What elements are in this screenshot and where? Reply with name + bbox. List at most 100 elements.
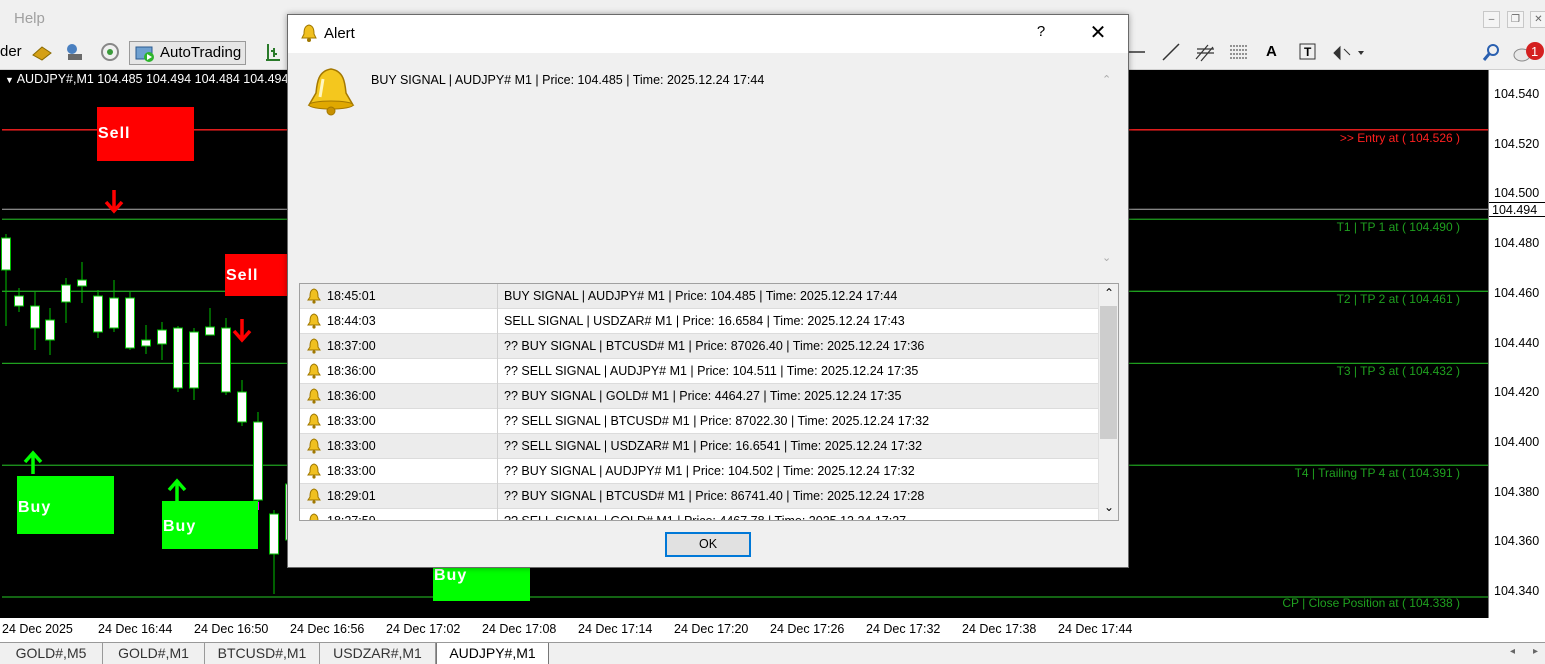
alert-row-message: ?? BUY SIGNAL | BTCUSD# M1 | Price: 8674… bbox=[504, 489, 925, 503]
bar-chart-icon[interactable] bbox=[262, 41, 284, 65]
arrows-dropdown-icon[interactable] bbox=[1330, 41, 1366, 65]
dialog-titlebar[interactable]: Alert ? ✕ bbox=[288, 15, 1128, 53]
notifications-icon[interactable]: 1 bbox=[1513, 41, 1545, 65]
price-tick-label: 104.480 bbox=[1494, 236, 1540, 251]
level-label: >> Entry at ( 104.526 ) bbox=[1339, 130, 1460, 145]
channels-icon[interactable] bbox=[1194, 41, 1218, 65]
alert-large-bell-icon bbox=[304, 65, 358, 120]
svg-text:T: T bbox=[1304, 45, 1312, 59]
sell-label-1: Sell bbox=[98, 125, 131, 142]
tab-gold-m5[interactable]: GOLD#,M5 bbox=[0, 643, 103, 664]
level-label: CP | Close Position at ( 104.338 ) bbox=[1282, 595, 1460, 610]
buy-label-2: Buy bbox=[163, 518, 197, 535]
message-scroll-down-icon[interactable]: ⌄ bbox=[1102, 251, 1111, 264]
price-tick-label: 104.400 bbox=[1494, 434, 1540, 449]
current-price-label: 104.494 bbox=[1492, 203, 1538, 217]
alert-row-message: ?? SELL SIGNAL | GOLD# M1 | Price: 4467.… bbox=[504, 514, 907, 521]
navigator-icon[interactable] bbox=[64, 41, 86, 65]
list-scroll-down-icon[interactable]: ⌄ bbox=[1104, 500, 1114, 514]
alert-row-bell-icon bbox=[306, 313, 322, 332]
horizontal-line-icon[interactable] bbox=[1127, 41, 1147, 65]
alert-row-message: ?? SELL SIGNAL | AUDJPY# M1 | Price: 104… bbox=[504, 364, 919, 378]
alert-row-message: ?? BUY SIGNAL | GOLD# M1 | Price: 4464.2… bbox=[504, 389, 902, 403]
toolbar-partial-label[interactable]: der bbox=[0, 41, 22, 65]
alert-row-message: ?? SELL SIGNAL | BTCUSD# M1 | Price: 870… bbox=[504, 414, 930, 428]
list-scroll-thumb[interactable] bbox=[1100, 306, 1117, 439]
time-tick-label: 24 Dec 17:32 bbox=[866, 622, 941, 636]
text-label-icon[interactable]: T bbox=[1298, 41, 1318, 65]
close-window-icon[interactable]: ✕ bbox=[1530, 11, 1545, 28]
candle-body bbox=[205, 326, 215, 336]
alert-row-bell-icon bbox=[306, 388, 322, 407]
ok-button[interactable]: OK bbox=[665, 532, 751, 557]
alert-row-bell-icon bbox=[306, 288, 322, 307]
candle-body bbox=[269, 513, 279, 555]
alert-row[interactable]: 18:44:03 SELL SIGNAL | USDZAR# M1 | Price… bbox=[300, 309, 1098, 334]
alert-row[interactable]: 18:45:01 BUY SIGNAL | AUDJPY# M1 | Price:… bbox=[300, 284, 1098, 309]
restore-icon[interactable]: ❐ bbox=[1507, 11, 1524, 28]
autotrading-icon bbox=[134, 43, 156, 70]
alert-row-divider bbox=[497, 509, 498, 520]
alert-row[interactable]: 18:27:59 ?? SELL SIGNAL | GOLD# M1 | Pric… bbox=[300, 509, 1098, 521]
dialog-help-button[interactable]: ? bbox=[1026, 23, 1056, 45]
candle-body bbox=[45, 319, 55, 341]
time-tick-label: 24 Dec 17:20 bbox=[674, 622, 749, 636]
alerts-list-scrollbar[interactable]: ⌃ ⌄ bbox=[1098, 284, 1118, 520]
search-icon[interactable] bbox=[1481, 41, 1503, 65]
price-axis: 104.540 104.520 104.500 104.480 104.460 104.4… bbox=[1488, 70, 1545, 618]
alerts-list[interactable]: 18:45:01 BUY SIGNAL | AUDJPY# M1 | Price:… bbox=[299, 283, 1119, 521]
tabs-scroll-left-icon[interactable]: ◂ bbox=[1510, 646, 1515, 657]
time-tick-label: 24 Dec 17:14 bbox=[578, 622, 653, 636]
text-tool-icon[interactable]: A bbox=[1266, 41, 1277, 65]
time-tick-label: 24 Dec 17:08 bbox=[482, 622, 557, 636]
tabs-scroll-right-icon[interactable]: ▸ bbox=[1533, 646, 1538, 657]
message-scroll-up-icon[interactable]: ⌃ bbox=[1102, 73, 1111, 86]
signals-icon[interactable] bbox=[99, 41, 121, 65]
price-tick-label: 104.340 bbox=[1494, 584, 1540, 598]
alert-row-bell-icon bbox=[306, 413, 322, 432]
market-watch-icon[interactable] bbox=[31, 41, 53, 65]
alert-row[interactable]: 18:33:00 ?? SELL SIGNAL | BTCUSD# M1 | Pr… bbox=[300, 409, 1098, 434]
alert-row[interactable]: 18:29:01 ?? BUY SIGNAL | BTCUSD# M1 | Pri… bbox=[300, 484, 1098, 509]
candle-body bbox=[237, 391, 247, 423]
alert-row[interactable]: 18:33:00 ?? BUY SIGNAL | AUDJPY# M1 | Pri… bbox=[300, 459, 1098, 484]
alert-row-time: 18:27:59 bbox=[327, 514, 376, 521]
alert-row-divider bbox=[497, 484, 498, 509]
alert-row-divider bbox=[497, 359, 498, 384]
fibonacci-icon[interactable] bbox=[1228, 41, 1252, 65]
time-tick-label: 24 Dec 17:02 bbox=[386, 622, 461, 636]
menu-help[interactable]: Help bbox=[14, 10, 45, 27]
price-tick-label: 104.360 bbox=[1494, 534, 1540, 549]
alert-row-bell-icon bbox=[306, 438, 322, 457]
trendline-icon[interactable] bbox=[1160, 41, 1182, 65]
tab-audjpy-m1[interactable]: AUDJPY#,M1 bbox=[436, 643, 549, 664]
alert-row-divider bbox=[497, 434, 498, 459]
level-label: T4 | Trailing TP 4 at ( 104.391 ) bbox=[1294, 466, 1460, 481]
dialog-message: BUY SIGNAL | AUDJPY# M1 | Price: 104.485… bbox=[371, 73, 765, 87]
alert-row[interactable]: 18:33:00 ?? SELL SIGNAL | USDZAR# M1 | Pr… bbox=[300, 434, 1098, 459]
time-tick-label: 24 Dec 16:50 bbox=[194, 622, 269, 636]
alert-row-bell-icon bbox=[306, 463, 322, 482]
candle-body bbox=[157, 329, 167, 345]
alert-row[interactable]: 18:37:00 ?? BUY SIGNAL | BTCUSD# M1 | Pri… bbox=[300, 334, 1098, 359]
chart-collapse-icon[interactable]: ▼ bbox=[5, 75, 14, 85]
candle-body bbox=[189, 331, 199, 389]
alert-row-time: 18:33:00 bbox=[327, 439, 376, 453]
candle-body bbox=[93, 295, 103, 333]
tab-gold-m1[interactable]: GOLD#,M1 bbox=[103, 643, 205, 664]
alert-row[interactable]: 18:36:00 ?? BUY SIGNAL | GOLD# M1 | Price… bbox=[300, 384, 1098, 409]
candle-body bbox=[30, 305, 40, 329]
tab-btcusd-m1[interactable]: BTCUSD#,M1 bbox=[205, 643, 320, 664]
minimize-icon[interactable]: – bbox=[1483, 11, 1500, 28]
chart-tabs: GOLD#,M5 GOLD#,M1 BTCUSD#,M1 USDZAR#,M1 … bbox=[0, 642, 1545, 664]
list-scroll-up-icon[interactable]: ⌃ bbox=[1104, 286, 1114, 300]
alert-row-time: 18:33:00 bbox=[327, 414, 376, 428]
alert-row[interactable]: 18:36:00 ?? SELL SIGNAL | AUDJPY# M1 | Pr… bbox=[300, 359, 1098, 384]
level-label: T2 | TP 2 at ( 104.461 ) bbox=[1336, 292, 1460, 307]
dialog-close-button[interactable]: ✕ bbox=[1083, 22, 1113, 46]
message-scrollbar[interactable]: ⌃ ⌄ bbox=[1098, 71, 1118, 271]
tab-usdzar-m1[interactable]: USDZAR#,M1 bbox=[320, 643, 436, 664]
notification-count: 1 bbox=[1531, 44, 1538, 59]
alert-row-bell-icon bbox=[306, 363, 322, 382]
autotrading-button[interactable]: AutoTrading bbox=[129, 41, 246, 65]
